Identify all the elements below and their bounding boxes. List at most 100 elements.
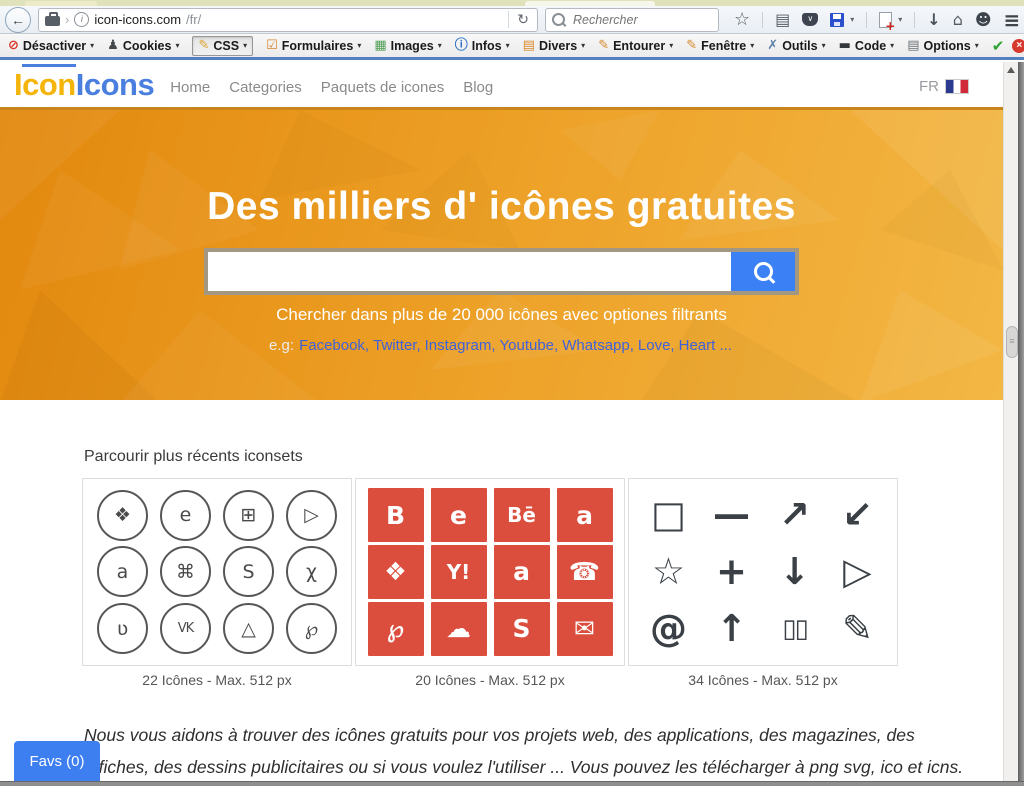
at-sign-icon[interactable]: @ bbox=[650, 609, 687, 649]
skype-icon[interactable]: S bbox=[494, 602, 550, 656]
dropbox-icon[interactable]: ❖ bbox=[97, 490, 148, 541]
example-link-facebook[interactable]: Facebook, bbox=[299, 337, 369, 354]
vine-icon[interactable]: ʋ bbox=[97, 603, 148, 654]
scrollbar-up-arrow[interactable] bbox=[1004, 62, 1018, 78]
webdev-item-cookies[interactable]: ♟ Cookies ▾ bbox=[107, 39, 179, 53]
arrow-up-right-icon[interactable]: ↗ bbox=[779, 495, 810, 535]
windows-icon[interactable]: ⊞ bbox=[223, 490, 274, 541]
pocket-icon[interactable]: ∨ bbox=[802, 13, 818, 26]
webdev-item-entourer[interactable]: ✎ Entourer ▾ bbox=[598, 39, 673, 53]
google-play-icon[interactable]: ▷ bbox=[286, 490, 337, 541]
bookmark-star-icon[interactable]: ☆ bbox=[734, 12, 750, 28]
iconset-card-outline[interactable]: ❖ e ⊞ ▷ a ⌘ S χ ʋ VK △ ℘ bbox=[82, 478, 352, 666]
arrow-down-left-icon[interactable]: ↙ bbox=[842, 495, 873, 535]
scrollbar[interactable]: ≡ bbox=[1003, 62, 1018, 781]
yahoo-icon[interactable]: Y! bbox=[431, 545, 487, 599]
search-icon bbox=[552, 13, 565, 26]
nav-item-home[interactable]: Home bbox=[170, 79, 210, 96]
example-link-youtube[interactable]: Youtube, bbox=[500, 337, 559, 354]
hero-search-input[interactable] bbox=[208, 252, 731, 291]
menu-icon[interactable]: ≡ bbox=[1004, 12, 1021, 28]
square-icon[interactable]: □ bbox=[651, 495, 686, 535]
example-link-twitter[interactable]: Twitter, bbox=[373, 337, 421, 354]
nav-item-blog[interactable]: Blog bbox=[463, 79, 493, 96]
skype-icon[interactable]: S bbox=[223, 546, 274, 597]
feedback-smiley-icon[interactable]: ☻ bbox=[975, 12, 992, 28]
webdev-item-formulaires[interactable]: ☑ Formulaires ▾ bbox=[266, 39, 361, 53]
android-icon[interactable]: a bbox=[97, 546, 148, 597]
webdev-item-fenetre[interactable]: ✎ Fenêtre ▾ bbox=[686, 39, 754, 53]
browser-search-input[interactable] bbox=[571, 12, 685, 28]
webdev-item-code[interactable]: ▬ Code ▾ bbox=[839, 39, 895, 53]
example-link-whatsapp[interactable]: Whatsapp, bbox=[562, 337, 634, 354]
favs-button[interactable]: Favs (0) bbox=[14, 741, 100, 781]
webdev-item-images[interactable]: ▦ Images ▾ bbox=[374, 39, 441, 53]
scrollbar-thumb[interactable]: ≡ bbox=[1006, 326, 1018, 358]
pinterest-icon[interactable]: ℘ bbox=[368, 602, 424, 656]
webdev-label: Entourer bbox=[613, 39, 665, 53]
example-link-love[interactable]: Love, bbox=[638, 337, 675, 354]
apple-icon[interactable]: ⌘ bbox=[160, 546, 211, 597]
download-icon[interactable]: ↓ bbox=[927, 12, 940, 28]
clipboard-icon[interactable]: ▤ bbox=[775, 12, 790, 28]
briefcase-icon[interactable] bbox=[45, 16, 60, 26]
nav-item-paquets[interactable]: Paquets de icones bbox=[321, 79, 444, 96]
behance-icon[interactable]: Bē bbox=[494, 488, 550, 542]
url-bar[interactable]: › i icon-icons.com/fr/ ↻ bbox=[38, 8, 538, 32]
hero-inner: Des milliers d' icônes gratuites Cherche… bbox=[0, 185, 1003, 354]
language-selector[interactable]: FR bbox=[919, 78, 969, 95]
vk-icon[interactable]: VK bbox=[160, 603, 211, 654]
dropbox-icon[interactable]: ❖ bbox=[368, 545, 424, 599]
pause-icon[interactable]: ▯▯ bbox=[782, 609, 807, 649]
site-info-icon[interactable]: i bbox=[74, 12, 89, 27]
pinterest-icon[interactable]: ℘ bbox=[286, 603, 337, 654]
app-store-icon[interactable]: △ bbox=[223, 603, 274, 654]
nav-item-categories[interactable]: Categories bbox=[229, 79, 302, 96]
toolbar-icons: ☆ ▤ ∨ ▾ + ▾ ↓ ⌂ ☻ ≡ bbox=[734, 12, 1020, 28]
evernote-icon[interactable]: e bbox=[431, 488, 487, 542]
blogger-icon[interactable]: B bbox=[368, 488, 424, 542]
browser-search-box[interactable] bbox=[545, 8, 719, 32]
android-icon[interactable]: a bbox=[557, 488, 613, 542]
arrow-up-icon[interactable]: ↑ bbox=[716, 609, 747, 649]
play-icon[interactable]: ▷ bbox=[843, 552, 871, 592]
email-icon[interactable]: ✉ bbox=[557, 602, 613, 656]
webdev-item-desactiver[interactable]: ⊘ Désactiver ▾ bbox=[8, 39, 94, 53]
whatsapp-icon[interactable]: ☎ bbox=[557, 545, 613, 599]
webdev-item-outils[interactable]: ✗ Outils ▾ bbox=[767, 39, 825, 53]
back-button[interactable]: ← bbox=[5, 7, 31, 33]
error-icon[interactable]: × bbox=[1012, 39, 1024, 53]
webdev-item-options[interactable]: ▤ Options ▾ bbox=[907, 39, 979, 53]
site-logo[interactable]: IconIcons bbox=[14, 68, 154, 102]
iconset-card-red[interactable]: B e Bē a ❖ Y! a ☎ ℘ ☁ S ✉ bbox=[355, 478, 625, 666]
webdev-label: Outils bbox=[782, 39, 817, 53]
home-icon[interactable]: ⌂ bbox=[953, 12, 963, 28]
reload-button[interactable]: ↻ bbox=[508, 11, 531, 28]
plus-icon[interactable]: + bbox=[716, 552, 747, 592]
minus-icon[interactable]: — bbox=[713, 495, 750, 535]
hero-search-button[interactable] bbox=[731, 252, 795, 291]
pencil-icon[interactable]: ✎ bbox=[842, 609, 873, 649]
arrow-down-icon[interactable]: ↓ bbox=[779, 552, 810, 592]
example-link-instagram[interactable]: Instagram, bbox=[425, 337, 496, 354]
page-content: IconIcons Home Categories Paquets de ico… bbox=[0, 62, 1018, 781]
caret-down-icon: ▾ bbox=[90, 41, 94, 50]
webdev-item-infos[interactable]: ⓘ Infos ▾ bbox=[455, 39, 510, 53]
snapchat-icon[interactable]: ☁ bbox=[431, 602, 487, 656]
webdev-item-css[interactable]: ✎ CSS ▾ bbox=[192, 36, 253, 56]
caret-down-icon[interactable]: ▾ bbox=[850, 15, 854, 24]
logo-part: I bbox=[14, 67, 22, 102]
tools-icon: ✗ bbox=[767, 39, 778, 52]
example-link-heart[interactable]: Heart ... bbox=[679, 337, 732, 354]
xing-icon[interactable]: χ bbox=[286, 546, 337, 597]
evernote-icon[interactable]: e bbox=[160, 490, 211, 541]
hero-examples: e.g:Facebook,Twitter,Instagram,Youtube,W… bbox=[0, 337, 1003, 354]
caret-down-icon[interactable]: ▾ bbox=[898, 15, 902, 24]
document-plus-icon[interactable]: + bbox=[879, 12, 892, 28]
save-icon[interactable] bbox=[830, 13, 844, 27]
webdev-item-divers[interactable]: ▤ Divers ▾ bbox=[523, 39, 586, 53]
iconset-card-symbols[interactable]: □ — ↗ ↙ ☆ + ↓ ▷ @ ↑ ▯▯ ✎ bbox=[628, 478, 898, 666]
validation-check-icon[interactable]: ✔ bbox=[992, 37, 1005, 55]
amazon-icon[interactable]: a bbox=[494, 545, 550, 599]
star-icon[interactable]: ☆ bbox=[652, 552, 685, 592]
